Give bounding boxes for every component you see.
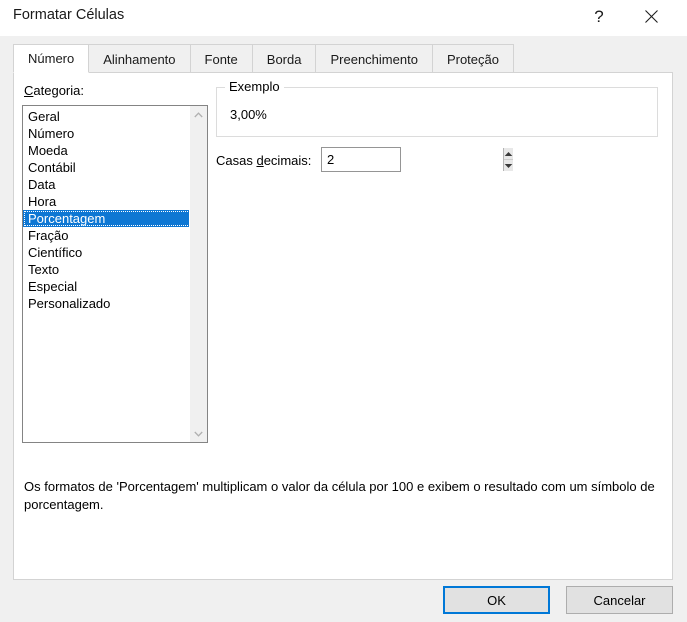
tab-label: Proteção xyxy=(446,51,499,67)
list-item[interactable]: Geral xyxy=(23,108,191,125)
spinner-down-arrow-icon xyxy=(504,163,513,169)
tab-label: Preenchimento xyxy=(330,51,418,67)
category-label-text: ategoria: xyxy=(33,83,84,98)
cancel-button[interactable]: Cancelar xyxy=(566,586,673,614)
help-question-icon: ? xyxy=(594,6,604,26)
list-item[interactable]: Número xyxy=(23,125,191,142)
decimal-places-input[interactable] xyxy=(322,148,503,171)
decimal-places-stepper[interactable] xyxy=(321,147,513,172)
tab-numero[interactable]: Número xyxy=(13,44,90,73)
decimal-label-suffix: ecimais: xyxy=(263,153,312,168)
example-groupbox: Exemplo 3,00% xyxy=(216,79,658,137)
dialog-footer: OK Cancelar xyxy=(0,586,687,622)
tab-label: Fonte xyxy=(204,51,238,67)
spinner-up-arrow-icon xyxy=(504,151,513,157)
cancel-button-label: Cancelar xyxy=(593,592,646,608)
tab-preenchimento[interactable]: Preenchimento xyxy=(315,44,433,73)
list-item[interactable]: Científico xyxy=(23,244,191,261)
window-title: Formatar Células xyxy=(13,7,125,23)
category-listbox[interactable]: Geral Número Moeda Contábil Data Hora Po… xyxy=(22,105,208,443)
tab-alinhamento[interactable]: Alinhamento xyxy=(88,44,191,73)
tab-borda[interactable]: Borda xyxy=(251,44,317,73)
list-item[interactable]: Moeda xyxy=(23,142,191,159)
list-item-selected[interactable]: Porcentagem xyxy=(23,210,191,227)
tab-fonte[interactable]: Fonte xyxy=(189,44,253,73)
category-label: Categoria: xyxy=(24,83,84,98)
close-button[interactable] xyxy=(629,0,673,32)
ok-button-label: OK xyxy=(487,592,506,608)
title-bar: Formatar Células ? xyxy=(0,0,687,36)
scrollbar-up-button[interactable] xyxy=(190,106,207,123)
stepper-buttons xyxy=(503,148,513,171)
example-legend: Exemplo xyxy=(225,79,284,94)
tab-label: Número xyxy=(28,51,75,66)
list-item[interactable]: Personalizado xyxy=(23,295,191,312)
chevron-up-icon xyxy=(194,111,203,118)
dialog-body: Número Alinhamento Fonte Borda Preenchim… xyxy=(0,36,687,622)
tab-content-panel: Categoria: Geral Número Moeda Contábil D… xyxy=(13,72,673,580)
tab-label: Alinhamento xyxy=(103,51,176,67)
close-icon xyxy=(644,9,658,23)
chevron-down-icon xyxy=(194,431,203,437)
help-button[interactable]: ? xyxy=(577,0,621,32)
stepper-decrement-button[interactable] xyxy=(504,159,513,171)
scrollbar-down-button[interactable] xyxy=(190,425,207,442)
tab-label: Borda xyxy=(266,51,302,67)
example-value: 3,00% xyxy=(230,107,267,122)
stepper-increment-button[interactable] xyxy=(504,148,513,159)
tab-strip: Número Alinhamento Fonte Borda Preenchim… xyxy=(13,44,673,73)
ok-button[interactable]: OK xyxy=(443,586,550,614)
decimal-places-label: Casas decimais: xyxy=(216,153,311,168)
list-item[interactable]: Data xyxy=(23,176,191,193)
decimal-label-accel: d xyxy=(256,153,264,168)
list-item[interactable]: Contábil xyxy=(23,159,191,176)
category-scrollbar[interactable] xyxy=(189,106,207,442)
list-item[interactable]: Hora xyxy=(23,193,191,210)
list-item[interactable]: Fração xyxy=(23,227,191,244)
tab-list: Número Alinhamento Fonte Borda Preenchim… xyxy=(13,44,514,73)
format-description: Os formatos de 'Porcentagem' multiplicam… xyxy=(24,479,655,512)
category-label-accel: C xyxy=(24,83,34,98)
list-item[interactable]: Especial xyxy=(23,278,191,295)
list-item[interactable]: Texto xyxy=(23,261,191,278)
tab-protecao[interactable]: Proteção xyxy=(431,44,514,73)
decimal-label-prefix: Casas xyxy=(216,153,257,168)
category-item-list: Geral Número Moeda Contábil Data Hora Po… xyxy=(23,108,191,312)
